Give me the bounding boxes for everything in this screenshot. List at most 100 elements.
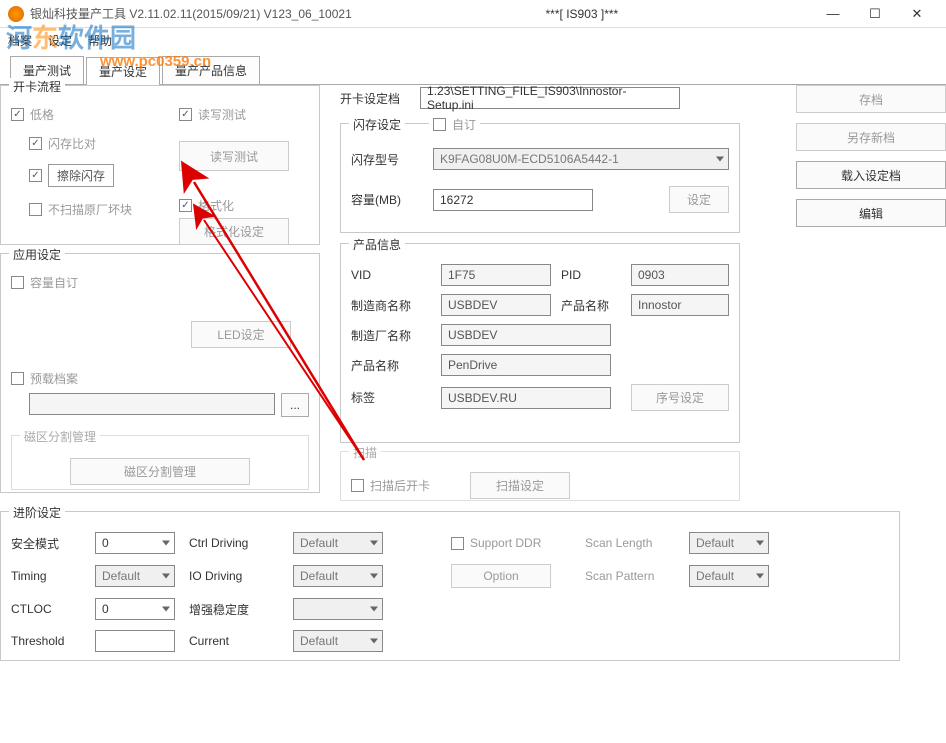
scan-settings-button[interactable]: 扫描设定 (470, 472, 570, 499)
partition-button[interactable]: 磁区分割管理 (70, 458, 250, 485)
rwtest-button[interactable]: 读写测试 (179, 141, 289, 171)
chk-support-ddr[interactable] (451, 537, 464, 550)
pid-field: 0903 (631, 264, 729, 286)
vid-field: 1F75 (441, 264, 551, 286)
window-subtitle: ***[ IS903 ]*** (352, 7, 812, 21)
chk-lowformat-row: 低格 (11, 106, 169, 123)
chk-scan-after[interactable] (351, 479, 364, 492)
io-driving-select[interactable]: Default (293, 565, 383, 587)
scan-length-select[interactable]: Default (689, 532, 769, 554)
tag-field: USBDEV.RU (441, 387, 611, 409)
threshold-label: Threshold (11, 634, 81, 648)
led-settings-button[interactable]: LED设定 (191, 321, 291, 348)
pname2-field: PenDrive (441, 354, 611, 376)
chk-rwtest-row: 读写测试 (179, 106, 309, 123)
pname-field: Innostor (631, 294, 729, 316)
ctrl-driving-label: Ctrl Driving (189, 536, 279, 550)
flash-model-label: 闪存型号 (351, 151, 421, 168)
product-info-group: 产品信息 VID 1F75 PID 0903 制造商名称 USBDEV 产品名称… (340, 243, 740, 443)
open-flow-legend: 开卡流程 (9, 78, 65, 95)
pname2-label: 产品名称 (351, 357, 431, 374)
open-flow-group: 开卡流程 低格 闪存比对 擦除闪存 不扫描原厂坏块 (0, 85, 320, 245)
chk-flash-compare[interactable] (29, 137, 42, 150)
pid-label: PID (561, 268, 621, 282)
menu-file[interactable]: 档案 (8, 32, 32, 49)
timing-select[interactable]: Default (95, 565, 175, 587)
factory-label: 制造厂名称 (351, 327, 431, 344)
tag-label: 标签 (351, 389, 431, 406)
save-profile-button[interactable]: 存档 (796, 85, 946, 113)
factory-field: USBDEV (441, 324, 611, 346)
profile-path-field[interactable]: 1.23\SETTING_FILE_IS903\Innostor-Setup.i… (420, 87, 680, 109)
chk-scan-after-row: 扫描后开卡 (351, 477, 430, 494)
pname-label: 产品名称 (561, 297, 621, 314)
chk-capacity-custom-row: 容量自订 (11, 274, 309, 291)
chk-format-row: 格式化 (179, 197, 309, 214)
app-icon (8, 6, 24, 22)
stable-select[interactable] (293, 598, 383, 620)
chk-support-ddr-row: Support DDR (451, 536, 571, 550)
scan-legend: 扫描 (349, 444, 381, 461)
scan-length-label: Scan Length (585, 536, 675, 550)
ctloc-select[interactable]: 0 (95, 598, 175, 620)
product-info-legend: 产品信息 (349, 236, 405, 253)
flash-setting-legend: 闪存设定 (349, 116, 405, 133)
edit-profile-button[interactable]: 编辑 (796, 199, 946, 227)
maximize-button[interactable]: ☐ (854, 1, 896, 27)
chk-capacity-custom[interactable] (11, 276, 24, 289)
vid-label: VID (351, 268, 431, 282)
format-settings-button[interactable]: 格式化设定 (179, 218, 289, 245)
chk-erase-flash-row: 擦除闪存 (29, 164, 169, 187)
chk-no-scan-bad[interactable] (29, 203, 42, 216)
serial-settings-button[interactable]: 序号设定 (631, 384, 729, 411)
stable-label: 增强稳定度 (189, 601, 279, 618)
scan-pattern-label: Scan Pattern (585, 569, 675, 583)
chk-flash-custom[interactable] (433, 118, 446, 131)
window-title: 银灿科技量产工具 V2.11.02.11(2015/09/21) V123_06… (30, 5, 352, 22)
menubar: 档案 设定 帮助 (0, 28, 946, 52)
flash-set-button[interactable]: 设定 (669, 186, 729, 213)
menu-settings[interactable]: 设定 (48, 32, 72, 49)
timing-label: Timing (11, 569, 81, 583)
tab-settings[interactable]: 量产设定 (86, 57, 160, 85)
preload-path-field (29, 393, 275, 415)
scan-pattern-select[interactable]: Default (689, 565, 769, 587)
flash-setting-group: 闪存设定 自订 闪存型号 K9FAG08U0M-ECD5106A5442-1 容… (340, 123, 740, 233)
minimize-button[interactable]: — (812, 1, 854, 27)
chk-flash-compare-row: 闪存比对 (29, 135, 169, 152)
chk-lowformat[interactable] (11, 108, 24, 121)
profile-label: 开卡设定档 (340, 90, 400, 107)
chk-rwtest[interactable] (179, 108, 192, 121)
titlebar: 银灿科技量产工具 V2.11.02.11(2015/09/21) V123_06… (0, 0, 946, 28)
current-label: Current (189, 634, 279, 648)
safe-mode-label: 安全模式 (11, 535, 81, 552)
capacity-label: 容量(MB) (351, 191, 421, 208)
io-driving-label: IO Driving (189, 569, 279, 583)
tab-strip: 量产测试 量产设定 量产产品信息 (0, 52, 946, 85)
option-button[interactable]: Option (451, 564, 551, 588)
ctrl-driving-select[interactable]: Default (293, 532, 383, 554)
chk-flash-custom-row: 自订 (429, 116, 480, 133)
chk-format[interactable] (179, 199, 192, 212)
app-setting-group: 应用设定 容量自订 LED设定 预载档案 ... 磁区分割管理 磁区分割管理 (0, 253, 320, 493)
current-select[interactable]: Default (293, 630, 383, 652)
load-profile-button[interactable]: 载入设定档 (796, 161, 946, 189)
chk-erase-flash[interactable] (29, 169, 42, 182)
saveas-profile-button[interactable]: 另存新档 (796, 123, 946, 151)
advanced-legend: 进阶设定 (9, 504, 65, 521)
mfr-field: USBDEV (441, 294, 551, 316)
close-button[interactable]: ✕ (896, 1, 938, 27)
flash-model-select[interactable]: K9FAG08U0M-ECD5106A5442-1 (433, 148, 729, 170)
mfr-label: 制造商名称 (351, 297, 431, 314)
threshold-field[interactable] (95, 630, 175, 652)
capacity-field[interactable]: 16272 (433, 189, 593, 211)
tab-product-info[interactable]: 量产产品信息 (162, 56, 260, 84)
ctloc-label: CTLOC (11, 602, 81, 616)
preload-browse-button[interactable]: ... (281, 393, 309, 417)
menu-help[interactable]: 帮助 (88, 32, 112, 49)
advanced-group: 进阶设定 安全模式 0 Ctrl Driving Default Support… (0, 511, 900, 661)
chk-preload-row: 预载档案 (11, 370, 309, 387)
safe-mode-select[interactable]: 0 (95, 532, 175, 554)
scan-group: 扫描 扫描后开卡 扫描设定 (340, 451, 740, 501)
chk-preload[interactable] (11, 372, 24, 385)
